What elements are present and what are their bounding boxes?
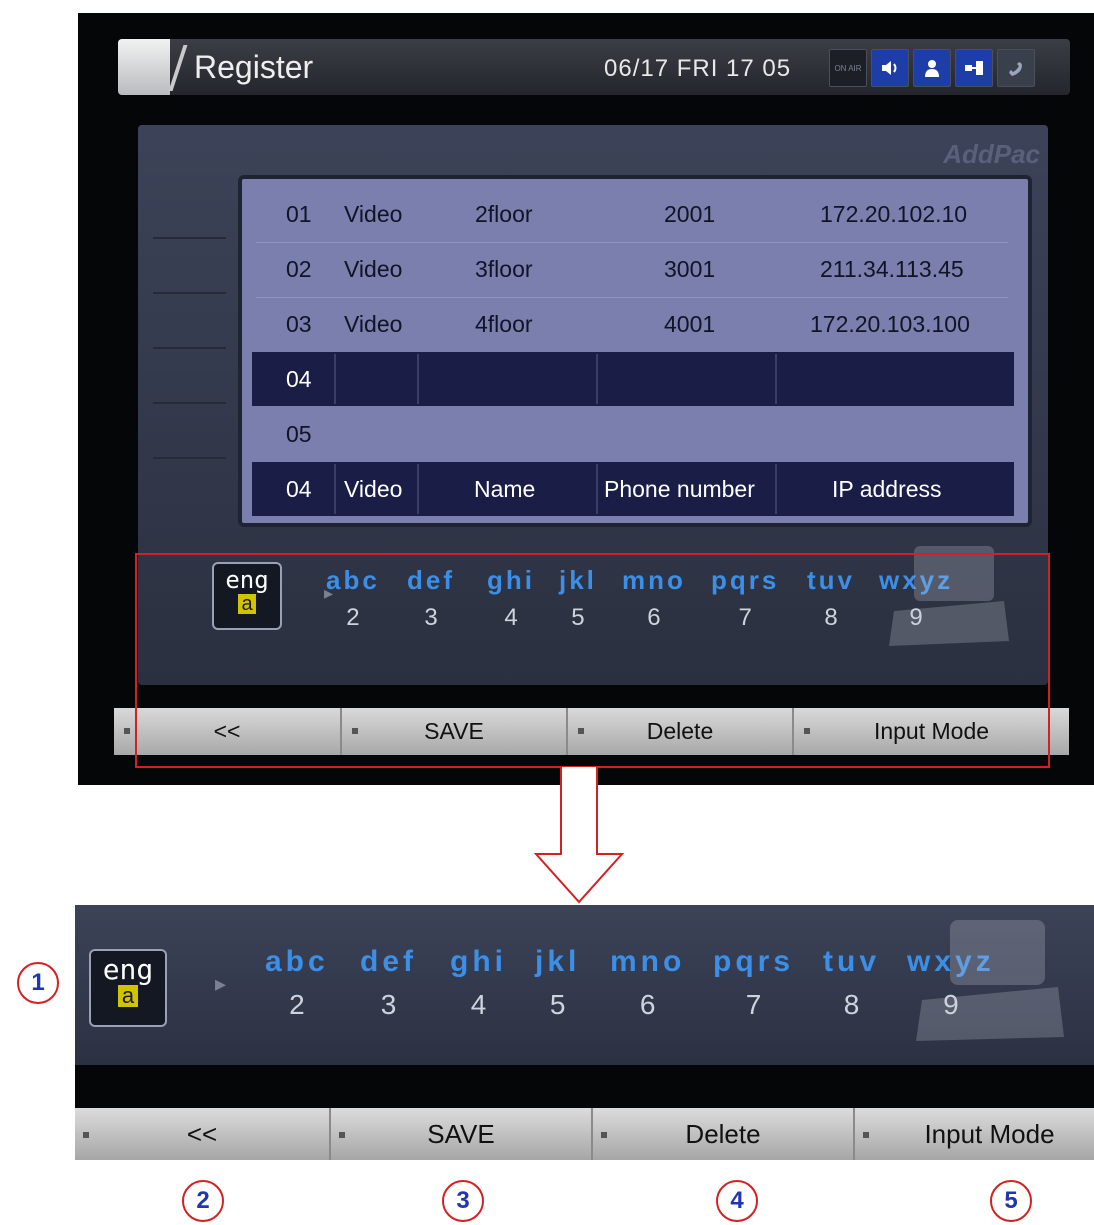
input-mode-button-label: Input Mode (924, 1119, 1055, 1149)
entry-name: 2floor (475, 201, 533, 227)
person-icon (913, 49, 951, 87)
callout-1: 1 (17, 962, 59, 1004)
phone-icon (997, 49, 1035, 87)
entry-number: 01 (286, 201, 312, 227)
edit-name-field[interactable]: Name (474, 462, 535, 516)
brand-logo: AddPac (943, 139, 1040, 169)
key-digit: 3 (380, 989, 397, 1020)
entry-number: 05 (286, 421, 312, 447)
zoomed-input-mode-button[interactable]: Input Mode (855, 1108, 1094, 1160)
zoomed-key-8[interactable]: tuv 8 (823, 945, 880, 1021)
zoomed-save-button[interactable]: SAVE (331, 1108, 593, 1160)
table-row[interactable]: 03 Video 4floor 4001 172.20.103.100 (252, 297, 1014, 351)
input-language: eng (102, 953, 154, 986)
table-row[interactable]: 01 Video 2floor 2001 172.20.102.10 (252, 187, 1014, 241)
entry-type: Video (344, 201, 403, 227)
entry-ip: 172.20.102.10 (820, 201, 968, 227)
zoomed-keypad-panel: eng a ▸ abc 2 def 3 ghi 4 jkl 5 mno 6 pqrs 7 t… (75, 905, 1094, 1065)
cell-divider (775, 464, 777, 514)
entry-type: Video (344, 256, 403, 282)
back-button-label: << (186, 1119, 218, 1149)
key-digit: 6 (639, 989, 656, 1020)
entry-phone: 4001 (664, 311, 716, 337)
callout-3: 3 (442, 1180, 484, 1222)
title-tab-decoration (118, 39, 170, 95)
left-divider (153, 402, 226, 404)
table-row-selected[interactable]: 04 (252, 352, 1014, 406)
left-divider (153, 237, 226, 239)
zoomed-key-2[interactable]: abc 2 (265, 945, 329, 1021)
zoomed-function-key-bar: << SAVE Delete Input Mode (75, 1108, 1094, 1160)
entry-ip: 172.20.103.100 (810, 311, 970, 337)
entry-phone: 2001 (664, 201, 716, 227)
callout-2: 2 (182, 1180, 224, 1222)
key-letters: abc (265, 945, 329, 978)
key-digit: 4 (470, 989, 487, 1020)
register-table: 01 Video 2floor 2001 172.20.102.10 02 Vi… (238, 175, 1032, 527)
edit-ip-field[interactable]: IP address (832, 462, 942, 516)
cell-divider (775, 354, 777, 404)
zoomed-key-4[interactable]: ghi 4 (450, 945, 507, 1021)
cell-divider (596, 354, 598, 404)
cell-divider (596, 464, 598, 514)
zoomed-back-button[interactable]: << (75, 1108, 331, 1160)
key-letters: tuv (823, 945, 880, 978)
videophone-icon (916, 920, 1064, 1041)
zoomed-keypad-area: eng a ▸ abc 2 def 3 ghi 4 jkl 5 mno 6 pqrs 7 t… (75, 905, 1094, 1160)
callout-4: 4 (716, 1180, 758, 1222)
edit-type-field[interactable]: Video (344, 462, 402, 516)
zoomed-delete-button[interactable]: Delete (593, 1108, 855, 1160)
network-icon (955, 49, 993, 87)
edit-number: 04 (286, 476, 312, 502)
key-digit: 5 (549, 989, 566, 1020)
title-bar: Register 06/17 FRI 17 05 ON AIR (118, 39, 1070, 95)
entry-type: Video (344, 311, 403, 337)
input-case: a (117, 985, 139, 1007)
entry-number: 02 (286, 256, 312, 282)
entry-name: 4floor (475, 311, 533, 337)
entry-name: 3floor (475, 256, 533, 282)
table-row[interactable]: 02 Video 3floor 3001 211.34.113.45 (252, 242, 1014, 296)
zoomed-key-5[interactable]: jkl 5 (535, 945, 580, 1021)
datetime-display: 06/17 FRI 17 05 (604, 55, 792, 82)
save-button-label: SAVE (427, 1119, 495, 1149)
down-arrow-icon (534, 766, 624, 904)
edit-row: 04 Video Name Phone number IP address (252, 462, 1014, 516)
entry-phone: 3001 (664, 256, 716, 282)
key-letters: pqrs (713, 945, 795, 978)
zoomed-key-3[interactable]: def 3 (360, 945, 417, 1021)
left-divider (153, 292, 226, 294)
delete-button-label: Delete (685, 1119, 761, 1149)
callout-5: 5 (990, 1180, 1032, 1222)
zoomed-key-7[interactable]: pqrs 7 (713, 945, 794, 1021)
chevron-right-icon: ▸ (215, 971, 227, 996)
zoomed-input-mode-indicator[interactable]: eng a (89, 949, 167, 1027)
key-digit: 7 (745, 989, 762, 1020)
edit-phone-field[interactable]: Phone number (604, 462, 755, 516)
cell-divider (334, 464, 336, 514)
left-divider (153, 457, 226, 459)
bullet-icon (863, 1132, 869, 1138)
cell-divider (417, 354, 419, 404)
cell-divider (334, 354, 336, 404)
key-letters: def (360, 945, 417, 978)
entry-number: 04 (286, 366, 312, 392)
key-letters: jkl (535, 945, 581, 978)
page-title: Register (194, 49, 314, 85)
key-letters: mno (610, 945, 686, 978)
left-divider (153, 347, 226, 349)
highlight-frame (135, 553, 1050, 768)
speaker-icon (871, 49, 909, 87)
key-digit: 2 (289, 989, 305, 1020)
entry-ip: 211.34.113.45 (820, 256, 964, 282)
key-letters: ghi (450, 945, 507, 978)
title-divider (168, 45, 188, 91)
key-digit: 8 (843, 989, 860, 1020)
cell-divider (417, 464, 419, 514)
table-row[interactable]: 05 (252, 407, 1014, 461)
entry-number: 03 (286, 311, 312, 337)
on-air-icon: ON AIR (829, 49, 867, 87)
zoomed-key-6[interactable]: mno 6 (610, 945, 685, 1021)
